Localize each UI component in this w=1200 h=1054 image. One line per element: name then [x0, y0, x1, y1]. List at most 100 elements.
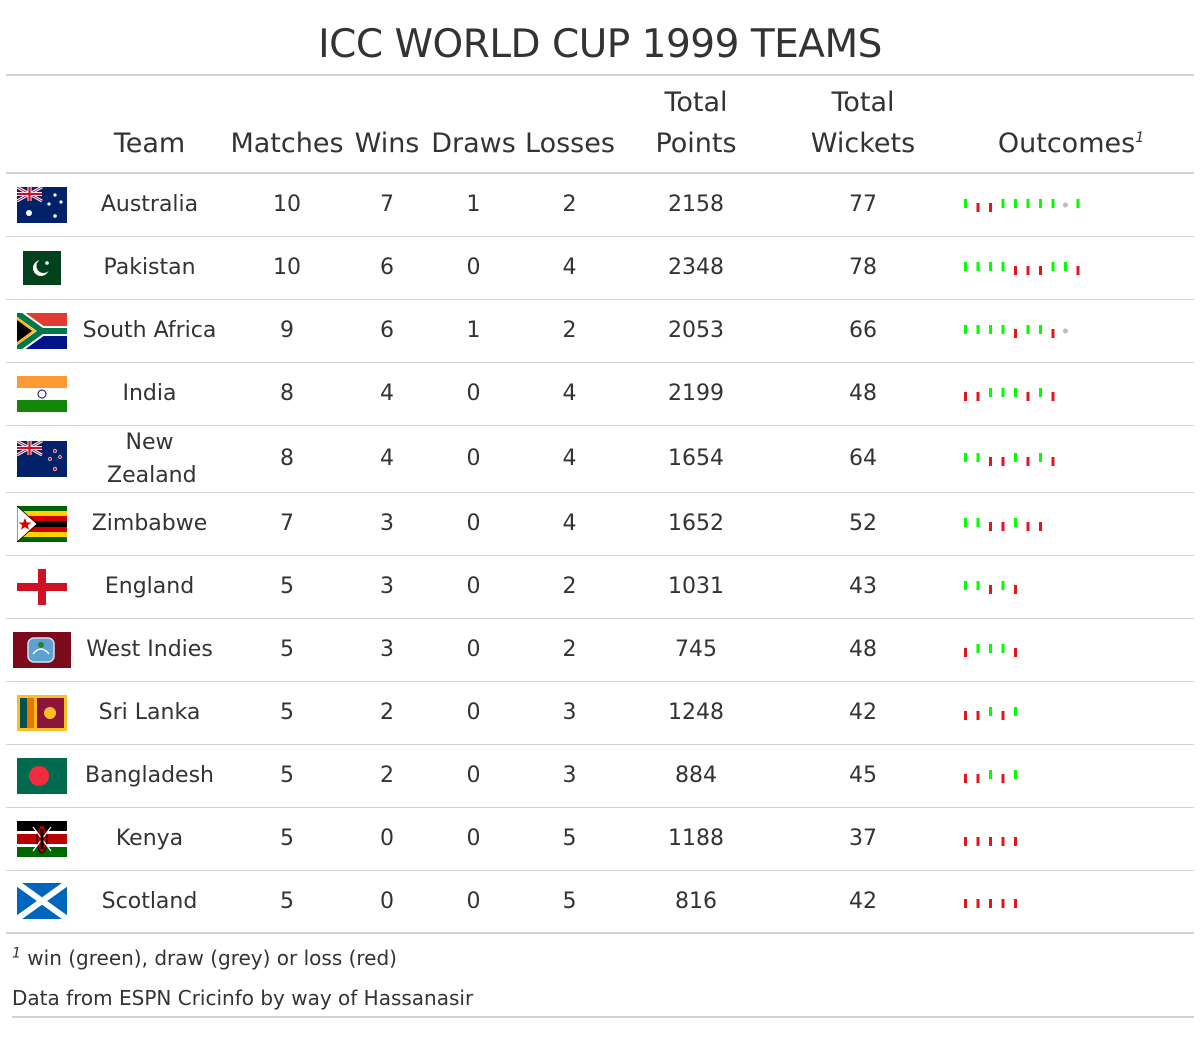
zimbabwe-flag-icon	[16, 505, 67, 542]
table-title: ICC WORLD CUP 1999 TEAMS	[6, 0, 1194, 76]
total-wickets-value: 42	[778, 870, 948, 934]
outcome-loss-mark	[1014, 647, 1017, 657]
flag-cell	[6, 618, 77, 682]
table-row: India 8 4 0 4 2199 48	[6, 362, 1194, 426]
outcome-win-mark	[1039, 452, 1042, 462]
draws-value: 1	[422, 299, 525, 363]
outcome-win-mark	[964, 452, 967, 462]
outcome-loss-mark	[1001, 773, 1005, 783]
outcome-loss-mark	[1051, 391, 1055, 401]
outcome-loss-mark	[1026, 265, 1030, 275]
outcomes-cell	[948, 425, 1194, 493]
outcome-loss-mark	[964, 710, 967, 720]
flag-cell	[6, 555, 77, 619]
outcome-win-mark	[989, 769, 992, 779]
outcome-loss-mark	[976, 773, 980, 783]
outcome-loss-mark	[1026, 391, 1030, 401]
outcome-loss-mark	[989, 836, 992, 846]
total-points-value: 1652	[614, 492, 778, 556]
outcome-win-mark	[976, 261, 980, 271]
india-flag-icon	[16, 375, 67, 412]
outcome-loss-mark	[964, 647, 967, 657]
flag-cell	[6, 492, 77, 556]
outcome-win-mark	[1014, 517, 1017, 527]
outcome-sparkline	[964, 452, 1055, 466]
outcomes-cell	[948, 807, 1194, 871]
outcome-win-mark	[989, 324, 992, 334]
outcome-win-mark	[1026, 198, 1030, 208]
total-points-value: 884	[614, 744, 778, 808]
wins-value: 2	[352, 744, 422, 808]
wins-value: 3	[352, 555, 422, 619]
draws-value: 0	[422, 555, 525, 619]
outcome-win-mark	[976, 643, 980, 653]
wins-value: 0	[352, 870, 422, 934]
outcome-loss-mark	[976, 710, 980, 720]
total-points-value: 1188	[614, 807, 778, 871]
total-wickets-value: 45	[778, 744, 948, 808]
outcome-win-mark	[964, 198, 967, 208]
outcome-win-mark	[1001, 643, 1005, 653]
outcomes-cell	[948, 870, 1194, 934]
wins-value: 3	[352, 618, 422, 682]
flag-cell	[6, 362, 77, 426]
outcome-win-mark	[1001, 580, 1005, 590]
team-name: Pakistan	[77, 236, 222, 300]
total-wickets-value: 66	[778, 299, 948, 363]
flag-cell	[6, 807, 77, 871]
outcomes-cell	[948, 236, 1194, 300]
total-points-value: 2348	[614, 236, 778, 300]
wins-value: 0	[352, 807, 422, 871]
outcome-loss-mark	[989, 584, 992, 594]
total-wickets-value: 52	[778, 492, 948, 556]
outcome-sparkline	[964, 580, 1017, 594]
outcome-loss-mark	[1001, 456, 1005, 466]
outcome-loss-mark	[1076, 265, 1080, 275]
outcome-loss-mark	[1001, 521, 1005, 531]
outcome-sparkline	[964, 769, 1017, 783]
outcome-win-mark	[1026, 324, 1030, 334]
team-name: West Indies	[77, 618, 222, 682]
outcome-loss-mark	[989, 202, 992, 212]
outcome-loss-mark	[1051, 328, 1055, 338]
outcomes-cell	[948, 173, 1194, 237]
footnote-text: win (green), draw (grey) or loss (red)	[27, 946, 397, 970]
matches-value: 8	[222, 425, 352, 493]
outcome-loss-mark	[976, 202, 980, 212]
flag-cell	[6, 299, 77, 363]
table-container: ICC WORLD CUP 1999 TEAMS Team Matches Wi…	[6, 0, 1194, 1018]
scotland-flag-icon	[16, 883, 67, 920]
draws-value: 0	[422, 618, 525, 682]
outcome-win-mark	[1051, 261, 1055, 271]
team-name: Australia	[77, 173, 222, 237]
table-row: Sri Lanka 5 2 0 3 1248 42	[6, 681, 1194, 745]
losses-value: 5	[525, 870, 614, 934]
outcome-loss-mark	[989, 521, 992, 531]
losses-value: 4	[525, 362, 614, 426]
losses-value: 2	[525, 299, 614, 363]
outcome-win-mark	[1064, 261, 1067, 271]
table-row: New Zealand 8 4 0 4 1654 64	[6, 425, 1194, 493]
losses-value: 3	[525, 744, 614, 808]
table-row: Bangladesh 5 2 0 3 884 45	[6, 744, 1194, 808]
table-row: Zimbabwe 7 3 0 4 1652 52	[6, 492, 1194, 556]
losses-value: 4	[525, 236, 614, 300]
header-draws: Draws	[422, 76, 525, 174]
header-team: Team	[77, 76, 222, 174]
header-matches: Matches	[222, 76, 352, 174]
sri-lanka-flag-icon	[16, 694, 67, 731]
outcome-loss-mark	[989, 456, 992, 466]
wins-value: 7	[352, 173, 422, 237]
draws-value: 0	[422, 362, 525, 426]
total-wickets-value: 37	[778, 807, 948, 871]
matches-value: 5	[222, 870, 352, 934]
draws-value: 0	[422, 807, 525, 871]
outcome-win-mark	[1014, 387, 1017, 397]
losses-value: 2	[525, 173, 614, 237]
losses-value: 4	[525, 425, 614, 493]
matches-value: 7	[222, 492, 352, 556]
losses-value: 2	[525, 555, 614, 619]
draws-value: 0	[422, 492, 525, 556]
header-outcomes: Outcomes1	[948, 76, 1194, 174]
header-total-wickets: Total Wickets	[778, 76, 948, 174]
